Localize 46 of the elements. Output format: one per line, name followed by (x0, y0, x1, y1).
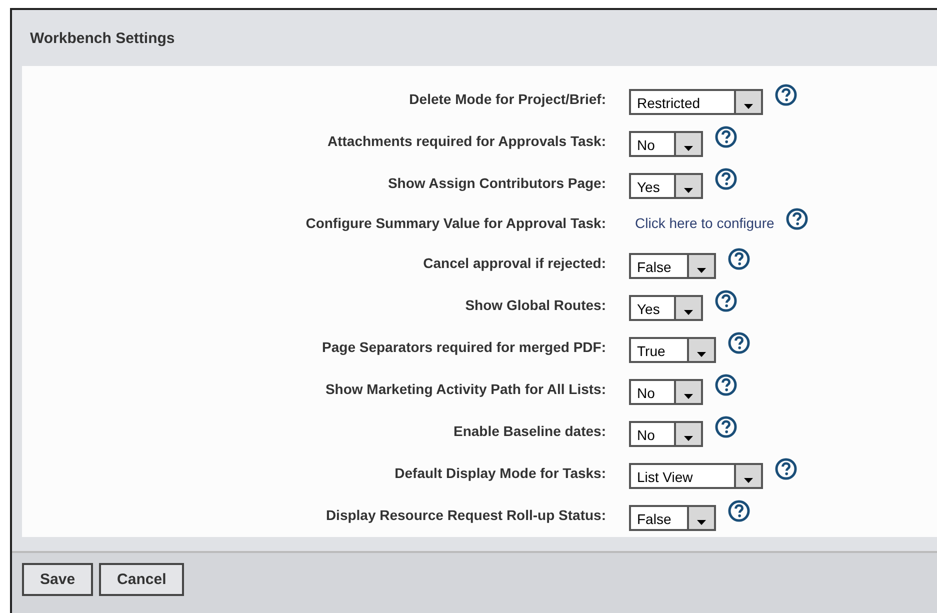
help-icon[interactable] (775, 84, 797, 106)
setting-label: Default Display Mode for Tasks: (394, 465, 606, 481)
caret-icon (684, 394, 693, 399)
setting-label: Enable Baseline dates: (452, 423, 606, 439)
help-icon[interactable] (715, 416, 737, 438)
help-icon[interactable] (728, 332, 750, 354)
dropdown[interactable]: No (629, 379, 703, 405)
help-icon[interactable] (715, 374, 737, 396)
help-icon[interactable] (728, 248, 750, 270)
footer-button[interactable]: Save (22, 563, 94, 596)
caret-icon (697, 352, 706, 357)
help-icon[interactable] (728, 500, 750, 522)
dropdown[interactable]: False (629, 253, 716, 279)
caret-icon (744, 104, 753, 109)
dropdown[interactable]: Yes (629, 173, 703, 199)
setting-label: Attachments required for Approvals Task: (326, 133, 606, 149)
dropdown[interactable]: True (629, 337, 716, 363)
help-icon[interactable] (715, 290, 737, 312)
setting-label: Configure Summary Value for Approval Task: (304, 215, 606, 231)
panel-title: Workbench Settings (30, 30, 175, 46)
setting-label: Cancel approval if rejected: (422, 255, 606, 271)
dropdown[interactable]: False (629, 505, 716, 531)
setting-label: Page Separators required for merged PDF: (321, 339, 606, 355)
configure-link[interactable]: Click here to configure (635, 215, 774, 231)
setting-label: Show Marketing Activity Path for All Lists: (324, 381, 606, 397)
dropdown[interactable]: List View (629, 463, 763, 489)
dropdown[interactable]: No (629, 421, 703, 447)
help-icon[interactable] (715, 168, 737, 190)
dropdown[interactable]: Restricted (629, 89, 763, 115)
caret-icon (697, 268, 706, 273)
caret-icon (697, 520, 706, 525)
help-icon[interactable] (786, 208, 808, 230)
caret-icon (684, 188, 693, 193)
help-icon[interactable] (715, 126, 737, 148)
setting-label: Display Resource Request Roll-up Status: (324, 507, 606, 523)
setting-label: Delete Mode for Project/Brief: (408, 91, 606, 107)
caret-icon (684, 436, 693, 441)
caret-icon (684, 146, 693, 151)
footer-button[interactable]: Cancel (99, 563, 184, 596)
dropdown[interactable]: No (629, 131, 703, 157)
caret-icon (744, 478, 753, 483)
dropdown[interactable]: Yes (629, 295, 703, 321)
setting-label: Show Assign Contributors Page: (386, 175, 606, 191)
setting-label: Show Global Routes: (464, 297, 606, 313)
caret-icon (684, 310, 693, 315)
help-icon[interactable] (775, 458, 797, 480)
